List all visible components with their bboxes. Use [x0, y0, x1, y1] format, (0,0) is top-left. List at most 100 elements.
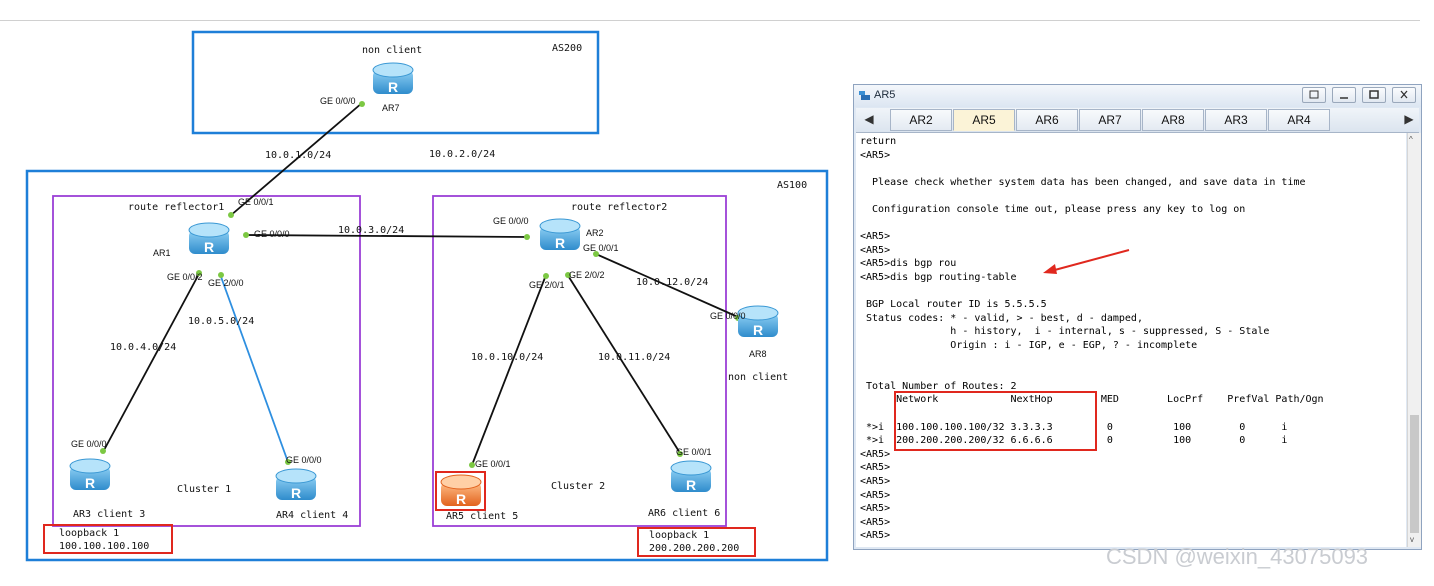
loopback-right-ip: 200.200.200.200 — [649, 543, 739, 554]
console-line: return — [860, 136, 897, 147]
loopback-left-ip: 100.100.100.100 — [59, 541, 149, 552]
net-ar1-ar2: 10.0.3.0/24 — [338, 225, 404, 236]
restore-icon — [1309, 90, 1319, 99]
console-line: BGP Local router ID is 5.5.5.5 — [860, 299, 1047, 311]
annotation-arrow-icon — [1043, 249, 1130, 274]
maximize-button[interactable] — [1362, 87, 1386, 103]
ar2-if-down1: GE 2/0/1 — [529, 280, 565, 290]
console-line: h - history, i - internal, s - suppresse… — [860, 326, 1270, 338]
tab-ar3[interactable]: AR3 — [1205, 109, 1267, 131]
tab-scroll-right-icon[interactable]: ▶ — [1402, 112, 1416, 128]
net-ar2-ar6: 10.0.11.0/24 — [598, 352, 670, 363]
ar1-if-down: GE 2/0/0 — [208, 278, 244, 288]
ar2-if-down2: GE 2/0/2 — [569, 270, 605, 280]
ar6-if: GE 0/0/1 — [676, 447, 712, 457]
link-ar1-ar4 — [219, 273, 289, 463]
terminal-window: AR5 ◀ AR2 AR5 AR6 AR7 AR8 AR3 AR4 ▶ return <AR5… — [853, 84, 1422, 550]
svg-text:R: R — [456, 491, 466, 507]
svg-text:R: R — [204, 239, 214, 255]
rr1-label: route reflector1 — [128, 202, 224, 213]
ar1-label: AR1 — [153, 248, 171, 258]
console-line: Please check whether system data has bee… — [860, 176, 1306, 188]
tab-ar7[interactable]: AR7 — [1079, 109, 1141, 131]
net-ar1-ar4: 10.0.5.0/24 — [188, 316, 254, 327]
console-line: Status codes: * - valid, > - best, d - d… — [860, 312, 1143, 324]
svg-text:R: R — [388, 79, 398, 95]
as100-label: AS100 — [777, 180, 807, 191]
port-dot — [543, 273, 549, 279]
svg-text:R: R — [753, 322, 763, 338]
close-button[interactable] — [1392, 87, 1416, 103]
scroll-down-icon[interactable]: v — [1410, 535, 1414, 544]
port-dot — [243, 232, 249, 238]
ar6-client-label: AR6 client 6 — [648, 508, 720, 519]
console-line: <AR5>dis bgp rou — [860, 258, 957, 270]
ar2-if-right: GE 0/0/1 — [583, 243, 619, 253]
console-line: Origin : i - IGP, e - EGP, ? - incomplet… — [860, 340, 1198, 351]
console-line: <AR5> — [860, 462, 891, 474]
non-client-top-label: non client — [362, 45, 422, 56]
maximize-icon — [1369, 90, 1379, 99]
ar2-if-left: GE 0/0/0 — [493, 216, 529, 226]
router-icon-ar5: R — [440, 474, 482, 507]
console-scrollbar[interactable]: ^ v — [1407, 133, 1421, 547]
port-dot — [359, 101, 365, 107]
scroll-up-icon[interactable]: ^ — [1409, 135, 1413, 144]
minimize-button[interactable] — [1332, 87, 1356, 103]
tab-ar6[interactable]: AR6 — [1016, 109, 1078, 131]
svg-text:R: R — [555, 235, 565, 251]
net-ar2-ar8: 10.0.12.0/24 — [636, 277, 708, 288]
tab-ar4[interactable]: AR4 — [1268, 109, 1330, 131]
net-ar7-ar1: 10.0.1.0/24 — [265, 150, 331, 161]
router-icon-ar6: R — [670, 460, 712, 493]
router-icon-ar4: R — [275, 468, 317, 501]
console-line: <AR5> — [860, 516, 891, 528]
ar4-if: GE 0/0/0 — [286, 455, 322, 465]
svg-text:R: R — [686, 477, 696, 493]
window-titlebar[interactable]: AR5 — [854, 85, 1421, 107]
network-topology: R R R R R R R R AS200 AS100 non client A… — [25, 30, 829, 562]
minimize-icon — [1340, 97, 1348, 99]
ar3-if: GE 0/0/0 — [71, 439, 107, 449]
ar1-if-left: GE 0/0/2 — [167, 272, 203, 282]
as200-label: AS200 — [552, 43, 582, 54]
ar1-if-right: GE 0/0/0 — [254, 229, 290, 239]
console-line: <AR5> — [860, 448, 891, 460]
router-icon-ar2: R — [539, 218, 581, 251]
console-line: <AR5> — [860, 503, 891, 515]
ar2-label: AR2 — [586, 228, 604, 238]
svg-text:R: R — [85, 475, 95, 491]
ar7-label: AR7 — [382, 103, 400, 113]
cluster1-label: Cluster 1 — [177, 484, 231, 495]
scrollbar-thumb[interactable] — [1410, 415, 1419, 533]
router-icon-ar7: R — [372, 62, 414, 95]
route-table-highlight — [894, 391, 1097, 451]
router-icon-ar3: R — [69, 458, 111, 491]
ar7-if-label: GE 0/0/0 — [320, 96, 356, 106]
console-line: <AR5> — [860, 149, 891, 161]
net-ar1-ar3: 10.0.4.0/24 — [110, 342, 176, 353]
port-dot — [524, 234, 530, 240]
as100-box — [25, 169, 829, 562]
restore-button[interactable] — [1302, 87, 1326, 103]
tab-ar2[interactable]: AR2 — [890, 109, 952, 131]
window-title: AR5 — [874, 89, 896, 101]
console-line: Configuration console time out, please p… — [860, 204, 1246, 215]
tab-ar8[interactable]: AR8 — [1142, 109, 1204, 131]
console-line: <AR5> — [860, 231, 891, 243]
ar3-client-label: AR3 client 3 — [73, 509, 145, 520]
tab-ar5[interactable]: AR5 — [953, 109, 1015, 131]
console-output[interactable]: return <AR5> Please check whether system … — [856, 133, 1406, 547]
tab-scroll-left-icon[interactable]: ◀ — [862, 112, 876, 128]
ar5-if: GE 0/0/1 — [475, 459, 511, 469]
link-ar2-ar6 — [566, 273, 681, 454]
ar5-client-label: AR5 client 5 — [446, 511, 518, 522]
console-line: <AR5> — [860, 530, 891, 542]
ar8-role-label: non client — [728, 372, 788, 383]
loopback-right-title: loopback 1 — [649, 530, 709, 541]
app-icon — [859, 91, 870, 100]
ar8-if: GE 0/0/0 — [710, 311, 746, 321]
console-line: <AR5>dis bgp routing-table — [860, 272, 1017, 283]
console-line: <AR5> — [860, 489, 891, 501]
rr2-label: route reflector2 — [571, 202, 667, 213]
